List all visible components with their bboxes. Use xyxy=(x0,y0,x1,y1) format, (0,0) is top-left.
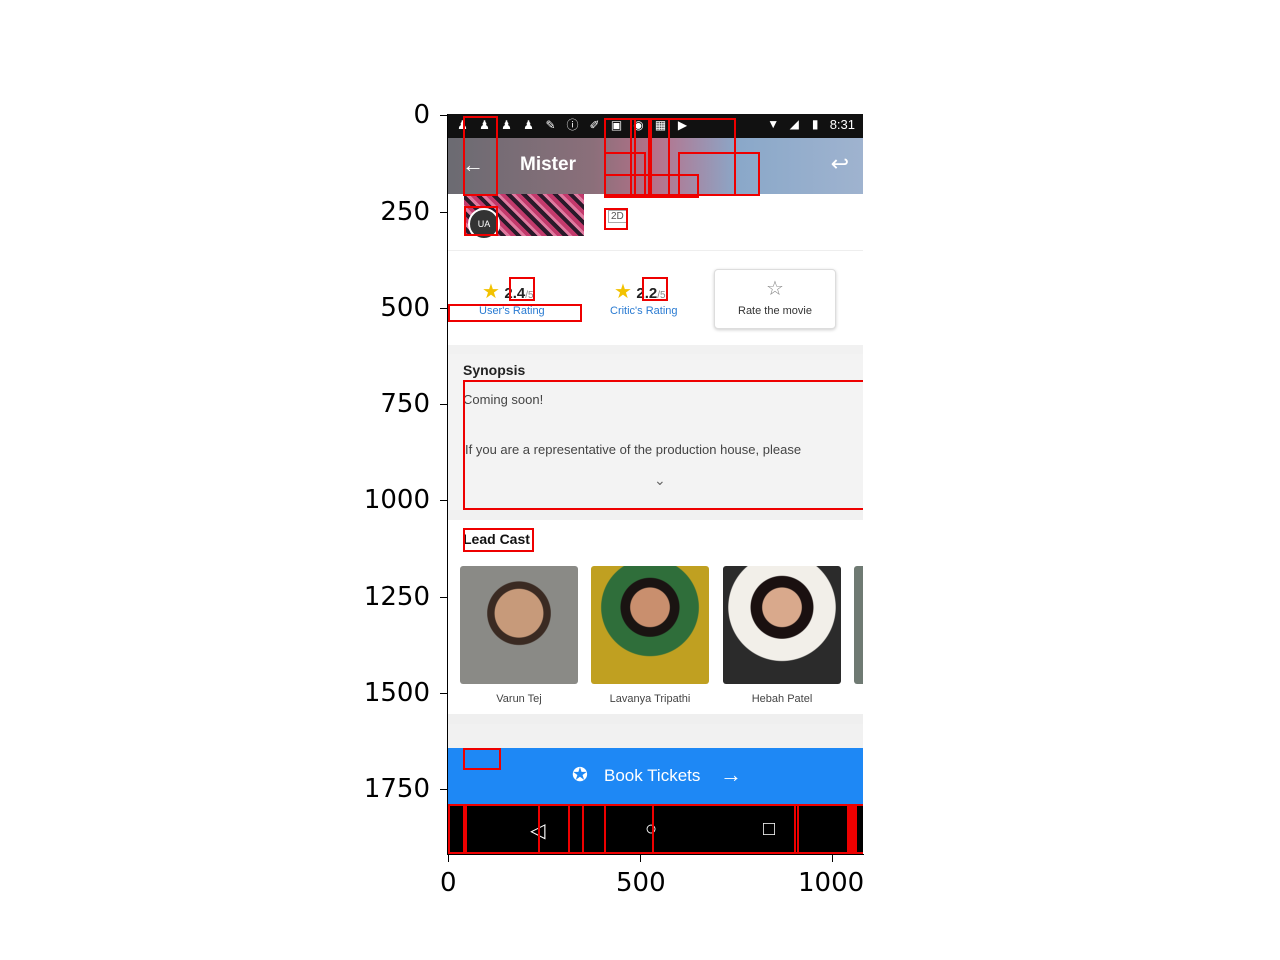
phone-screen: ♟ ♟ ♟ ♟ ✎ ⓘ ✐ ▣ ◉ ▦ ▶ ▼ ◢ ▮ 8:31 ← Miste… xyxy=(448,114,863,854)
y-tick-label: 500 xyxy=(380,293,430,323)
annotation-box xyxy=(538,804,570,854)
y-tick-label: 1250 xyxy=(363,582,430,612)
x-tick-label: 0 xyxy=(440,868,457,898)
critics-rating-label[interactable]: Critic's Rating xyxy=(610,305,678,317)
x-tick-label: 500 xyxy=(616,868,666,898)
annotation-box xyxy=(604,804,654,854)
annotation-box xyxy=(463,380,863,510)
y-tick xyxy=(440,308,447,309)
arrow-right-icon: → xyxy=(720,762,742,787)
y-tick-label: 1500 xyxy=(363,678,430,708)
note-icon: ✎ xyxy=(545,118,556,132)
annotation-box xyxy=(509,277,535,301)
y-tick-label: 250 xyxy=(380,197,430,227)
battery-icon: ▮ xyxy=(811,117,819,131)
star-icon: ★ xyxy=(482,281,500,303)
y-tick xyxy=(440,693,447,694)
y-tick xyxy=(440,404,447,405)
pen-icon: ✐ xyxy=(589,118,600,132)
annotation-box xyxy=(448,804,863,854)
signal-icon: ◢ xyxy=(789,117,799,131)
synopsis-heading: Synopsis xyxy=(463,362,526,378)
cast-name: Varun Tej xyxy=(496,693,542,705)
y-tick-label: 750 xyxy=(380,389,430,419)
reply-icon[interactable]: ↩ xyxy=(831,151,849,177)
annotation-box xyxy=(448,304,582,322)
x-tick xyxy=(832,855,833,862)
y-tick xyxy=(440,789,447,790)
book-tickets-label: Book Tickets xyxy=(604,766,701,785)
x-tick xyxy=(640,855,641,862)
cast-card[interactable]: Varun Tej xyxy=(460,566,578,705)
annotation-box xyxy=(463,528,534,552)
annotation-box xyxy=(464,206,498,236)
y-tick xyxy=(440,212,447,213)
annotation-box xyxy=(463,804,467,854)
cast-card[interactable]: Hebah Patel xyxy=(723,566,841,705)
x-tick xyxy=(448,855,449,862)
annotation-box xyxy=(604,174,699,198)
x-tick-label: 1000 xyxy=(798,868,865,898)
x-axis-line xyxy=(447,854,864,855)
cast-name: Lavanya Tripathi xyxy=(609,693,691,705)
annotation-box xyxy=(463,748,501,770)
cast-photo xyxy=(460,566,578,684)
y-tick-label: 0 xyxy=(413,100,430,130)
page-title: Mister xyxy=(520,154,576,175)
cast-card[interactable]: Lavanya Tripathi xyxy=(591,566,709,705)
info-icon: ⓘ xyxy=(566,118,579,132)
cast-photo xyxy=(723,566,841,684)
y-tick xyxy=(440,115,447,116)
divider xyxy=(448,714,863,724)
rate-movie-label: Rate the movie xyxy=(738,305,812,317)
person-icon: ♟ xyxy=(523,118,534,132)
cast-photo xyxy=(854,566,863,684)
ticket-icon: ✪ xyxy=(572,765,588,786)
cast-card-partial[interactable] xyxy=(854,566,863,684)
annotation-box xyxy=(794,804,799,854)
poster-row xyxy=(448,194,863,250)
y-tick xyxy=(440,500,447,501)
star-outline-icon: ☆ xyxy=(766,278,784,300)
rate-movie-button[interactable]: ☆ Rate the movie xyxy=(714,269,836,329)
annotation-box xyxy=(582,804,606,854)
y-tick-label: 1750 xyxy=(363,774,430,804)
wifi-icon: ▼ xyxy=(767,117,780,131)
annotation-box xyxy=(847,804,857,854)
star-icon: ★ xyxy=(614,281,632,303)
y-tick xyxy=(440,597,447,598)
annotation-box xyxy=(604,208,628,230)
cast-name: Hebah Patel xyxy=(751,693,813,705)
annotation-box xyxy=(642,277,668,301)
person-icon: ♟ xyxy=(501,118,512,132)
cast-photo xyxy=(591,566,709,684)
book-tickets-button[interactable]: ✪ Book Tickets → xyxy=(448,748,863,806)
y-tick-label: 1000 xyxy=(363,485,430,515)
system-icons: ▼ ◢ ▮ 8:31 xyxy=(767,117,855,132)
annotation-box xyxy=(463,116,498,196)
status-time: 8:31 xyxy=(829,117,855,132)
